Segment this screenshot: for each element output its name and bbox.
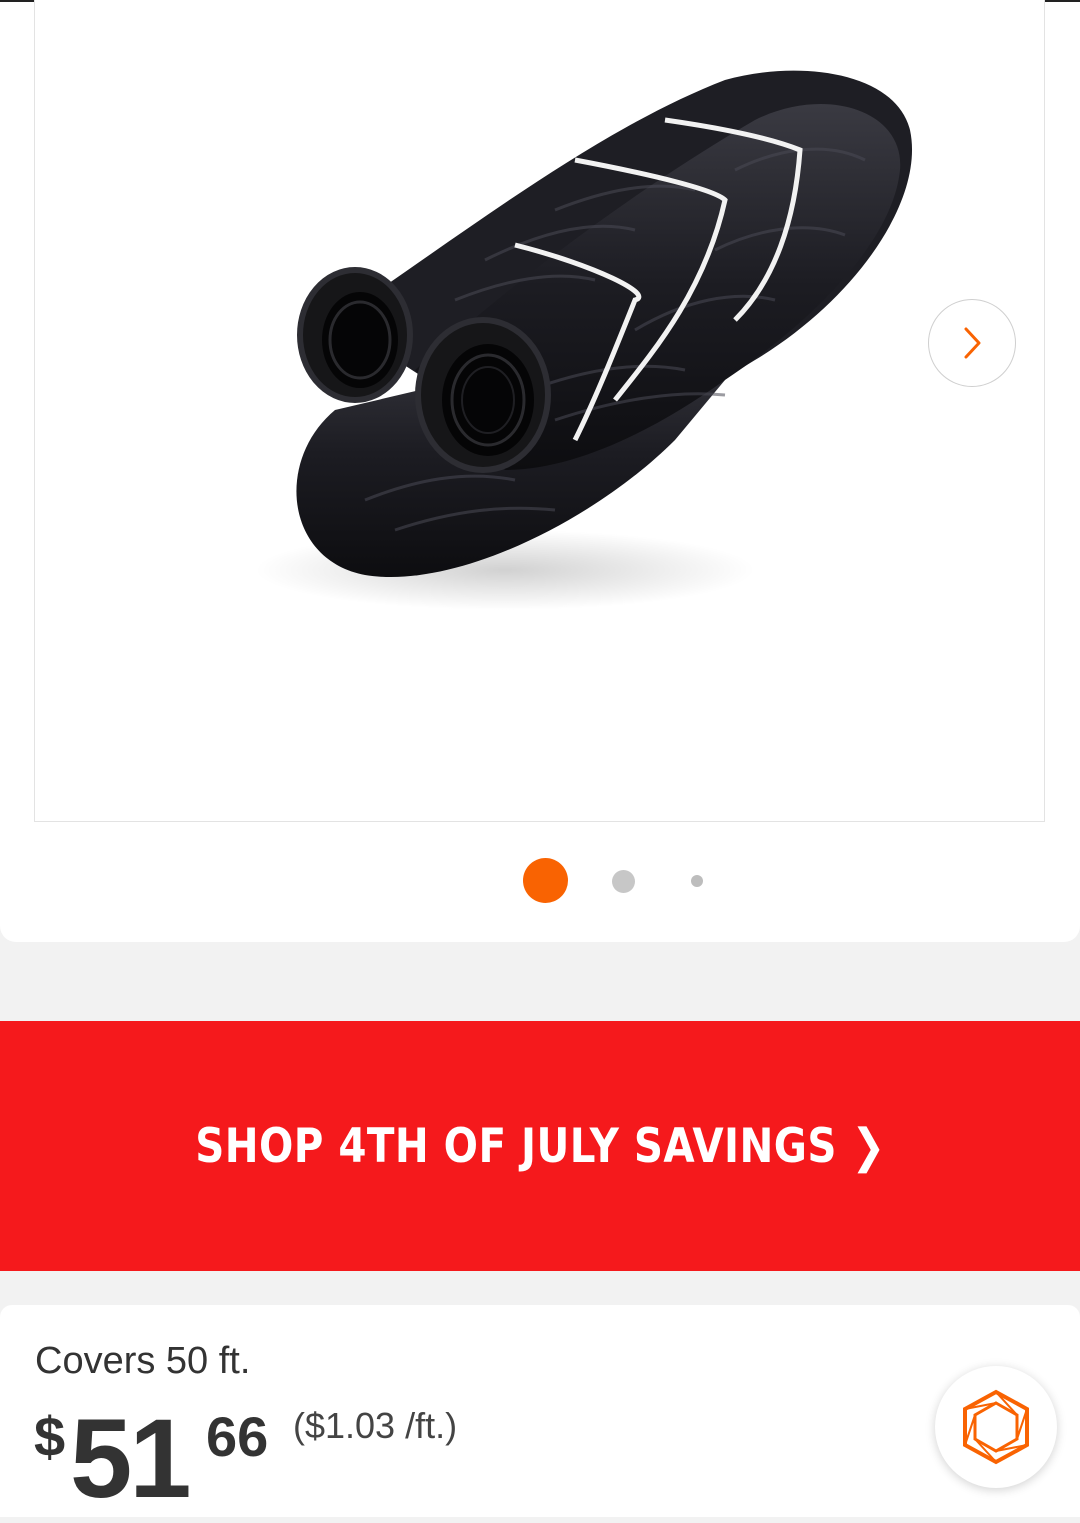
hexagon-logo-icon bbox=[963, 1389, 1029, 1465]
price-dollars: 51 bbox=[70, 1396, 192, 1521]
promo-banner-text: SHOP 4TH OF JULY SAVINGS ❯ bbox=[194, 1118, 886, 1174]
carousel-dots bbox=[0, 858, 1080, 904]
carousel-dot-2[interactable] bbox=[612, 870, 635, 893]
next-image-button[interactable] bbox=[928, 299, 1016, 387]
carousel-dot-1[interactable] bbox=[523, 858, 568, 903]
product-image-frame[interactable] bbox=[34, 0, 1045, 822]
unit-price: ($1.03 /ft.) bbox=[293, 1405, 458, 1446]
chevron-right-icon bbox=[964, 327, 981, 359]
product-image bbox=[255, 70, 913, 610]
price-cents: 66 bbox=[206, 1405, 269, 1468]
carousel-dot-3[interactable] bbox=[691, 875, 703, 887]
assistant-button[interactable] bbox=[935, 1366, 1057, 1488]
promo-banner[interactable]: SHOP 4TH OF JULY SAVINGS ❯ bbox=[0, 1021, 1080, 1271]
price-currency: $ bbox=[34, 1405, 66, 1468]
coverage-text: Covers 50 ft. bbox=[35, 1340, 251, 1382]
product-gallery-card bbox=[0, 0, 1080, 942]
